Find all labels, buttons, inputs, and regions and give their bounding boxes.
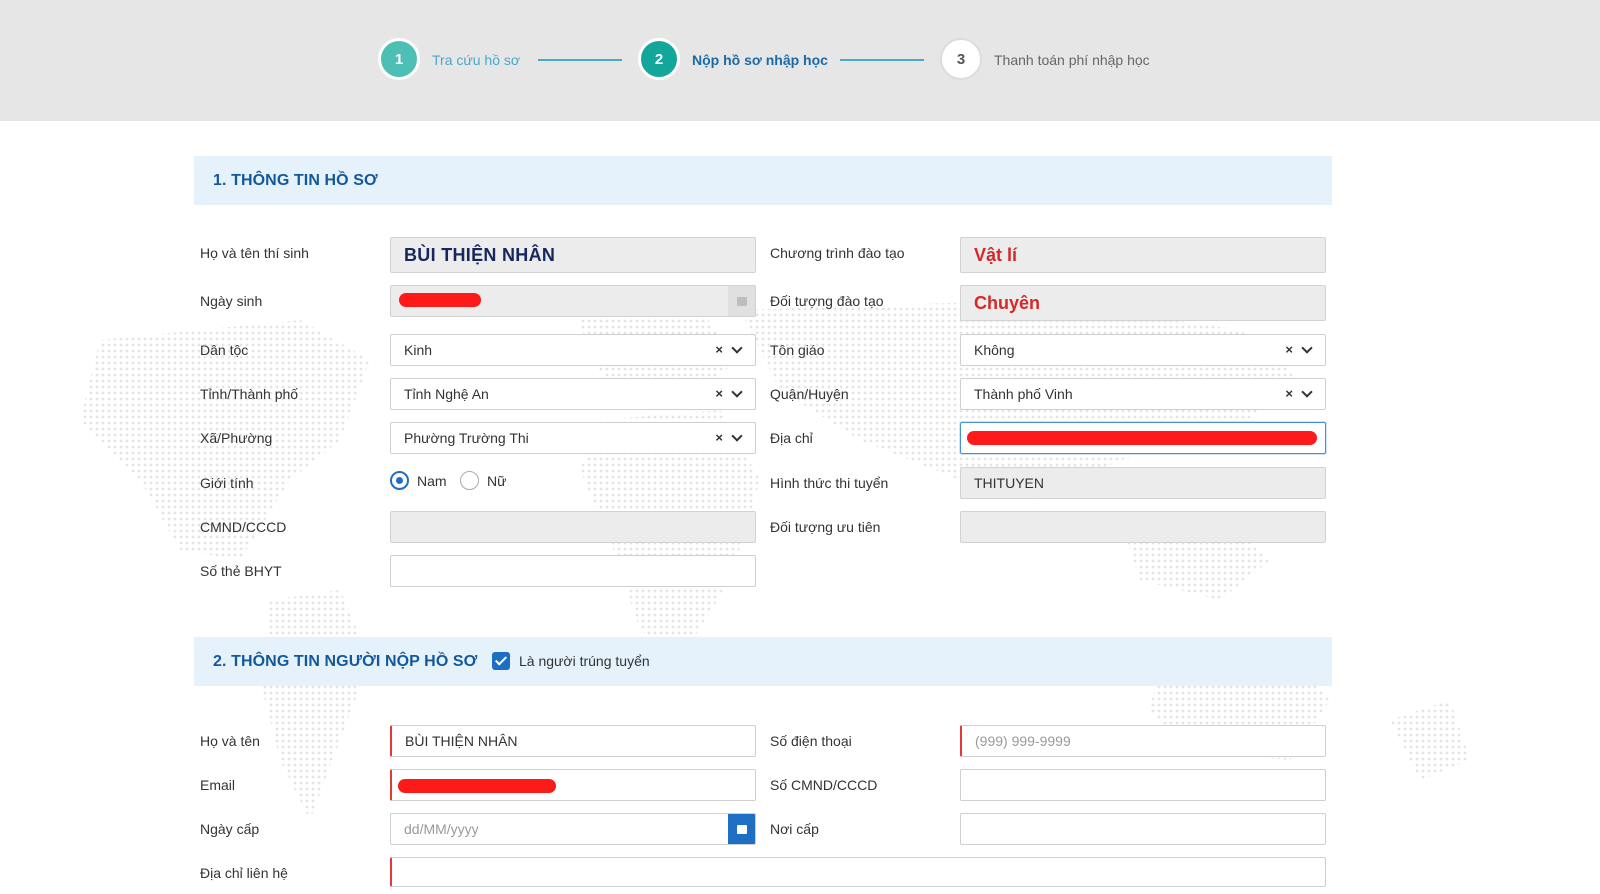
gender-male-radio[interactable] [390,471,409,490]
issue-date-calendar-button[interactable] [728,814,755,844]
submitter-id-label: Số CMND/CCCD [770,777,878,793]
ethnic-value: Kinh [404,342,433,358]
address-label: Địa chỉ [770,430,813,446]
email-redaction [398,779,556,793]
priority-label: Đối tượng ưu tiên [770,519,881,535]
clear-icon[interactable]: × [1285,379,1293,409]
step-3-number: 3 [956,50,966,68]
dob-field[interactable] [390,285,756,317]
dob-redaction [399,293,481,307]
candidate-name-field[interactable]: BÙI THIỆN NHÂN [390,237,756,273]
ethnic-label: Dân tộc [200,342,249,358]
phone-input[interactable]: (999) 999-9999 [960,725,1326,757]
step-1-number: 1 [394,50,404,68]
step-1-circle[interactable]: 1 [378,38,420,80]
chevron-down-icon[interactable] [1301,342,1313,354]
candidate-name-label: Họ và tên thí sinh [200,245,309,261]
contact-address-input[interactable] [390,857,1326,887]
clear-icon[interactable]: × [1285,335,1293,365]
issue-place-input[interactable] [960,813,1326,845]
step-3-circle[interactable]: 3 [940,38,982,80]
gender-male-label[interactable]: Nam [417,472,447,490]
priority-field[interactable] [960,511,1326,543]
religion-label: Tôn giáo [770,342,825,358]
calendar-icon [736,824,747,834]
submitter-id-input[interactable] [960,769,1326,801]
clear-icon[interactable]: × [715,335,723,365]
religion-value: Không [974,342,1015,358]
step-connector-1 [538,59,622,61]
step-connector-2 [840,59,924,61]
training-target-label: Đối tượng đào tạo [770,293,884,309]
gender-label: Giới tính [200,475,254,491]
chevron-down-icon[interactable] [731,430,743,442]
issue-date-input[interactable]: dd/MM/yyyy [390,813,756,845]
issue-date-label: Ngày cấp [200,821,260,837]
id-card-label: CMND/CCCD [200,519,287,535]
insurance-input[interactable] [390,555,756,587]
district-value: Thành phố Vinh [974,386,1073,402]
training-target-value: Chuyên [974,292,1041,313]
step-2-number: 2 [654,50,664,68]
ethnic-select[interactable]: Kinh × [390,334,756,366]
exam-form-value: THITUYEN [974,475,1044,491]
province-select[interactable]: Tỉnh Nghệ An × [390,378,756,410]
submitter-name-value: BÙI THIỆN NHÂN [405,733,518,749]
section-2-header: 2. THÔNG TIN NGƯỜI NỘP HỒ SƠ Là người tr… [194,637,1332,686]
dob-calendar-button[interactable] [728,286,755,316]
issue-date-placeholder: dd/MM/yyyy [404,821,479,837]
contact-address-label: Địa chỉ liên hệ [200,865,288,881]
phone-placeholder: (999) 999-9999 [975,733,1071,749]
chevron-down-icon[interactable] [731,342,743,354]
step-1-label[interactable]: Tra cứu hồ sơ [432,51,520,69]
program-value: Vật lí [974,244,1018,265]
step-2-circle[interactable]: 2 [638,38,680,80]
district-label: Quận/Huyện [770,386,849,402]
program-label: Chương trình đào tạo [770,245,905,261]
section-1-title: 1. THÔNG TIN HỒ SƠ [213,172,378,189]
step-3-label[interactable]: Thanh toán phí nhập học [994,51,1150,69]
insurance-label: Số thẻ BHYT [200,563,282,579]
email-label: Email [200,777,236,793]
program-field[interactable]: Vật lí [960,237,1326,273]
district-select[interactable]: Thành phố Vinh × [960,378,1326,410]
clear-icon[interactable]: × [715,379,723,409]
exam-form-label: Hình thức thi tuyển [770,475,889,491]
submitter-name-label: Họ và tên [200,733,260,749]
address-input[interactable] [960,422,1326,454]
submitter-name-input[interactable]: BÙI THIỆN NHÂN [390,725,756,757]
training-target-field[interactable]: Chuyên [960,285,1326,321]
stepper-header: 1 Tra cứu hồ sơ 2 Nộp hồ sơ nhập học 3 T… [0,0,1600,121]
email-input[interactable] [390,769,756,801]
id-card-field[interactable] [390,511,756,543]
ward-label: Xã/Phường [200,430,273,446]
section-1-header: 1. THÔNG TIN HỒ SƠ [194,156,1332,205]
candidate-name-value: BÙI THIỆN NHÂN [404,244,556,265]
gender-female-radio[interactable] [460,471,479,490]
province-label: Tỉnh/Thành phố [200,386,299,402]
winner-checkbox-label[interactable]: Là người trúng tuyển [519,637,650,686]
religion-select[interactable]: Không × [960,334,1326,366]
winner-checkbox[interactable] [492,652,510,670]
chevron-down-icon[interactable] [1301,386,1313,398]
province-value: Tỉnh Nghệ An [404,386,489,402]
issue-place-label: Nơi cấp [770,821,819,837]
calendar-icon [736,296,747,306]
chevron-down-icon[interactable] [731,386,743,398]
address-redaction [967,431,1317,445]
phone-label: Số điện thoại [770,733,852,749]
ward-select[interactable]: Phường Trường Thi × [390,422,756,454]
gender-female-label[interactable]: Nữ [487,472,506,490]
section-2-title: 2. THÔNG TIN NGƯỜI NỘP HỒ SƠ [213,653,478,670]
clear-icon[interactable]: × [715,423,723,453]
step-2-label[interactable]: Nộp hồ sơ nhập học [692,51,828,69]
exam-form-field[interactable]: THITUYEN [960,467,1326,499]
ward-value: Phường Trường Thi [404,430,529,446]
dob-label: Ngày sinh [200,293,263,309]
